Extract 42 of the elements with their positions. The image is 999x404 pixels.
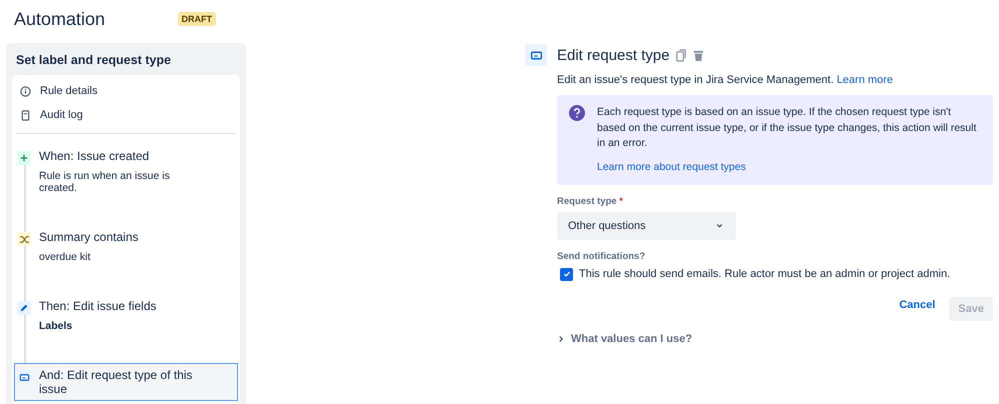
rule-step[interactable]: And: Edit request type of this issue: [14, 363, 238, 401]
checkbox[interactable]: [560, 268, 573, 280]
card-icon: [525, 44, 547, 66]
panel-description: Edit an issue's request type in Jira Service Management. Learn more: [557, 74, 894, 86]
pencil-icon: [17, 301, 31, 315]
rule-title: Set label and request type: [15, 52, 172, 69]
document-icon: [20, 110, 31, 120]
field-label: Request type: [557, 196, 617, 206]
step-title: Then: Edit issue fields: [39, 299, 156, 313]
sidebar-item[interactable]: Audit log: [14, 103, 238, 127]
question-icon: [569, 105, 585, 121]
learn-more-link[interactable]: Learn more: [836, 74, 893, 86]
step-detail: overdue kit: [39, 251, 92, 263]
shuffle-icon: [17, 232, 31, 246]
required-mark: *: [619, 196, 623, 206]
step-title: And: Edit request type of this issue: [39, 368, 194, 396]
copy-icon[interactable]: [676, 48, 687, 62]
request-type-select[interactable]: Other questions: [557, 212, 736, 240]
card-icon: [17, 370, 31, 384]
checkmark-icon: [562, 269, 572, 279]
chevron-icon: [557, 334, 565, 342]
help-toggle[interactable]: What values can I use?: [557, 332, 993, 344]
step-detail: Rule is run when an issue is created.: [39, 170, 171, 194]
info-icon: [20, 86, 31, 96]
rule-step[interactable]: When: Issue created Rule is run when an issue is created.: [14, 144, 238, 199]
sidebar-item[interactable]: Rule details: [14, 79, 238, 103]
rule-step[interactable]: Summary contains overdue kit: [14, 225, 238, 268]
plus-icon: [17, 151, 31, 165]
panel-title: Edit request type: [557, 46, 670, 64]
rule-step[interactable]: Then: Edit issue fields Labels: [14, 294, 238, 337]
step-title: Summary contains: [39, 230, 138, 244]
notice-text: Each request type is based on an issue type. If the chosen request type isn't based on the current issue type, or if the issue type changes, this action will result in an error.: [597, 105, 978, 151]
page-title: Automation: [14, 8, 106, 30]
step-detail: Labels: [39, 320, 74, 332]
delete-icon[interactable]: [692, 48, 704, 62]
step-title: When: Issue created: [39, 149, 150, 163]
notice-link[interactable]: Learn more about request types: [597, 160, 746, 172]
field-label: Send notifications?: [557, 250, 646, 262]
status-badge: DRAFT: [178, 12, 216, 26]
chevron-down-icon: [715, 221, 724, 230]
cancel-button[interactable]: Cancel: [893, 296, 942, 312]
checkbox-label: This rule should send emails. Rule actor must be an admin or project admin.: [579, 268, 950, 280]
